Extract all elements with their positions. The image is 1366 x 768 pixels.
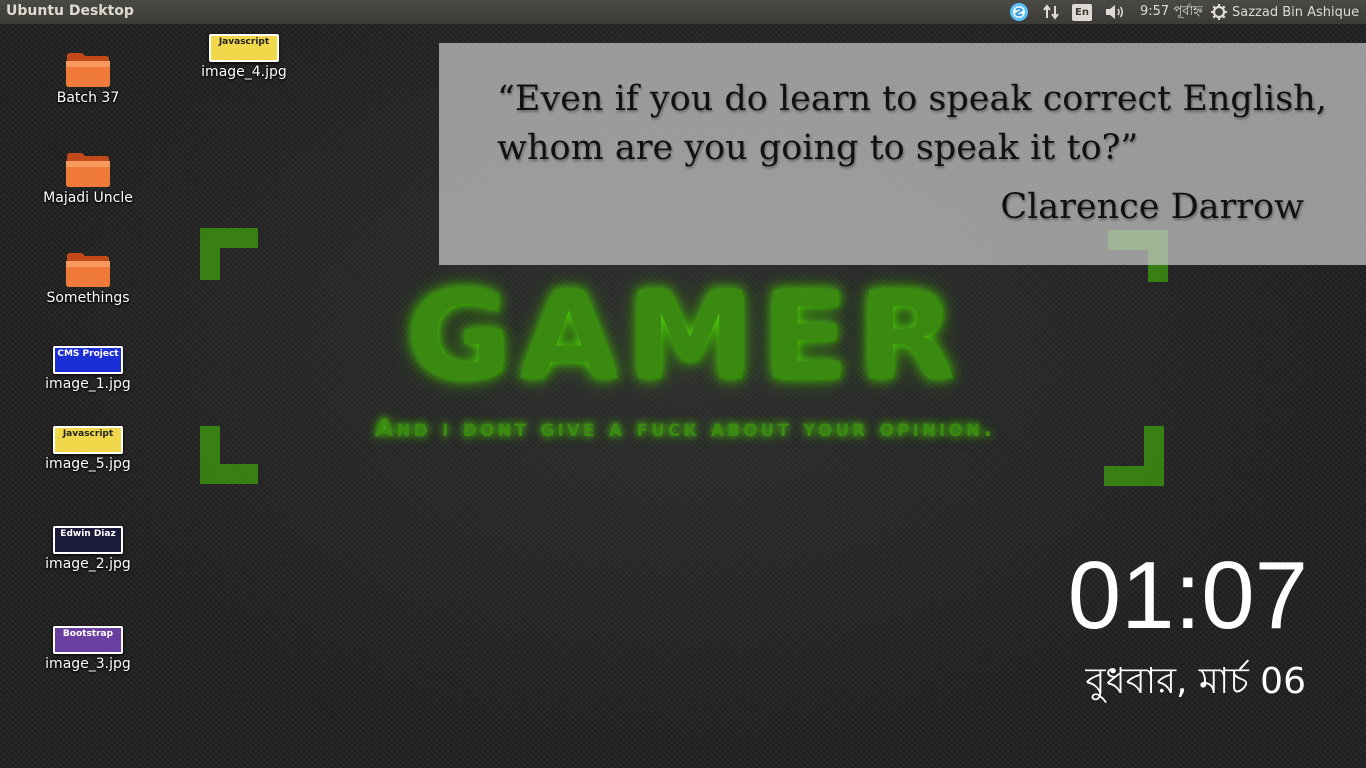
desktop-folder-batch-37[interactable]: Batch 37: [38, 50, 138, 106]
app-title: Ubuntu Desktop: [6, 3, 134, 19]
image-thumbnail: CMS Project: [53, 346, 123, 374]
desktop-file-image-4[interactable]: Javascript image_4.jpg: [194, 34, 294, 80]
desktop-item-label: image_5.jpg: [45, 456, 131, 472]
desktop-folder-majadi-uncle[interactable]: Majadi Uncle: [38, 150, 138, 206]
thumbnail-caption: CMS Project: [57, 349, 119, 359]
desktop-item-label: Majadi Uncle: [43, 190, 133, 206]
folder-icon: [66, 53, 110, 87]
volume-icon[interactable]: [1104, 0, 1126, 24]
desktop-file-image-3[interactable]: Bootstrap image_3.jpg: [38, 626, 138, 672]
quote-text: “Even if you do learn to speak correct E…: [497, 79, 1327, 168]
desktop-file-image-2[interactable]: Edwin Diaz image_2.jpg: [38, 526, 138, 572]
folder-icon: [66, 253, 110, 287]
clock-widget-time: 01:07: [1067, 542, 1308, 649]
desktop-file-image-5[interactable]: Javascript image_5.jpg: [38, 426, 138, 472]
network-icon[interactable]: [1042, 0, 1060, 24]
image-thumbnail: Edwin Diaz: [53, 526, 123, 554]
clock-widget-date: বুধবার, মার্চ 06: [1085, 661, 1307, 702]
image-thumbnail: Bootstrap: [53, 626, 123, 654]
thumbnail-caption: Javascript: [218, 37, 270, 47]
desktop[interactable]: Ubuntu Desktop En 9:57 পূর্বাহ্ন Sazzad …: [0, 0, 1366, 768]
gear-icon[interactable]: [1210, 0, 1228, 24]
keyboard-layout-label: En: [1072, 3, 1092, 21]
desktop-item-label: image_4.jpg: [201, 64, 287, 80]
desktop-item-label: Batch 37: [56, 90, 120, 106]
wallpaper-tagline: And i dont give a fuck about your opinio…: [374, 414, 996, 442]
thumbnail-caption: Javascript: [62, 429, 114, 439]
thumbnail-caption: Bootstrap: [62, 629, 114, 639]
desktop-item-label: image_2.jpg: [45, 556, 131, 572]
user-name[interactable]: Sazzad Bin Ashique: [1232, 0, 1359, 24]
image-thumbnail: Javascript: [209, 34, 279, 62]
thumbnail-caption: Edwin Diaz: [60, 529, 116, 539]
desktop-item-label: Somethings: [46, 290, 130, 306]
folder-icon: [66, 153, 110, 187]
wallpaper-headline: GAMER: [406, 265, 964, 408]
wallpaper-bracket-top-left: [200, 228, 258, 280]
quote-author: Clarence Darrow: [1000, 187, 1304, 227]
quote-widget: “Even if you do learn to speak correct E…: [439, 43, 1366, 265]
top-panel: Ubuntu Desktop En 9:57 পূর্বাহ্ন Sazzad …: [0, 0, 1366, 24]
desktop-item-label: image_1.jpg: [45, 376, 131, 392]
desktop-item-label: image_3.jpg: [45, 656, 131, 672]
panel-clock[interactable]: 9:57 পূর্বাহ্ন: [1140, 0, 1203, 24]
skype-icon[interactable]: [1008, 0, 1030, 24]
desktop-file-image-1[interactable]: CMS Project image_1.jpg: [38, 346, 138, 392]
image-thumbnail: Javascript: [53, 426, 123, 454]
desktop-folder-somethings[interactable]: Somethings: [38, 250, 138, 306]
keyboard-layout-indicator[interactable]: En: [1072, 0, 1092, 24]
